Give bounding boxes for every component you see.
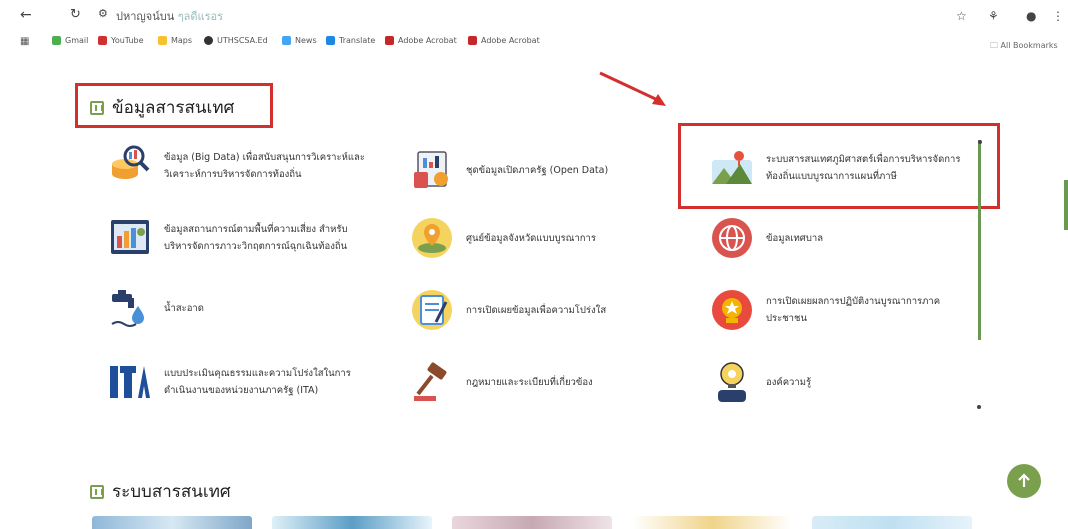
- extensions-icon[interactable]: ⚘: [988, 9, 999, 23]
- system-card-thumb[interactable]: [272, 516, 432, 529]
- bookmark-gmail[interactable]: Gmail: [52, 36, 88, 45]
- scroll-dot-bottom: [977, 405, 981, 409]
- bookmark-label: Translate: [339, 36, 376, 45]
- info-item-label: ข้อมูลสถานการณ์ตามพื้นที่ความเสี่ยง สำหร…: [164, 224, 348, 252]
- map-pin-icon: [410, 216, 454, 260]
- back-to-top-button[interactable]: [1007, 464, 1041, 498]
- info-item-label: แบบประเมินคุณธรรมและความโปร่งใสในการดำเน…: [164, 368, 351, 396]
- info-item-performance[interactable]: การเปิดเผยผลการปฏิบัติงานบูรณาการภาคประช…: [710, 288, 976, 332]
- bookmark-news[interactable]: News: [282, 36, 317, 45]
- maps-icon: [158, 36, 167, 45]
- info-item-label: ศูนย์ข้อมูลจังหวัดแบบบูรณาการ: [466, 232, 596, 244]
- info-item-label: การเปิดเผยข้อมูลเพื่อความโปร่งใส: [466, 304, 607, 316]
- info-item-label: ข้อมูลเทศบาล: [766, 232, 824, 244]
- acrobat-icon: [468, 36, 477, 45]
- info-item-gis[interactable]: ระบบสารสนเทศภูมิศาสตร์เพื่อการบริหารจัดก…: [710, 146, 976, 190]
- info-item-municipality[interactable]: ข้อมูลเทศบาล: [710, 216, 976, 260]
- info-item-label: น้ำสะอาด: [164, 302, 204, 314]
- bookmark-label: Maps: [171, 36, 193, 45]
- info-item-label: องค์ความรู้: [766, 376, 812, 388]
- gavel-icon: [410, 360, 454, 404]
- bookmark-youtube[interactable]: YouTube: [98, 36, 144, 45]
- browser-toolbar: ← ↻ ⚙ ปหาญจน์บน ๆลดีแรอร ☆ ⚘ ● ⋮: [0, 0, 1068, 32]
- profile-icon[interactable]: ●: [1026, 9, 1036, 23]
- globe-icon: [710, 216, 754, 260]
- translate-icon: [326, 36, 335, 45]
- menu-kebab-icon[interactable]: ⋮: [1052, 9, 1064, 23]
- address-bar[interactable]: ปหาญจน์บน ๆลดีแรอร: [116, 7, 223, 25]
- page-scrollbar[interactable]: [1064, 180, 1068, 230]
- bookmark-label: Adobe Acrobat: [398, 36, 457, 45]
- bookmark-maps[interactable]: Maps: [158, 36, 192, 45]
- bookmark-label: Gmail: [65, 36, 89, 45]
- document-analytics-icon: [410, 148, 454, 192]
- folder-icon: 🗀: [990, 41, 998, 50]
- bookmark-label: Adobe Acrobat: [481, 36, 540, 45]
- apps-grid-icon[interactable]: ▦: [20, 36, 29, 47]
- address-text-muted: ๆลดีแรอร: [177, 10, 224, 23]
- section-title-text: ระบบสารสนเทศ: [112, 482, 231, 502]
- system-card-thumb[interactable]: [632, 516, 792, 529]
- section-book-icon: [90, 484, 104, 499]
- info-item-label: ชุดข้อมูลเปิดภาครัฐ (Open Data): [466, 164, 609, 176]
- bookmark-acrobat-1[interactable]: Adobe Acrobat: [385, 36, 457, 45]
- bookmark-label: UTHSCSA.Ed: [217, 36, 268, 45]
- reload-icon[interactable]: ↻: [70, 7, 81, 22]
- info-item-law[interactable]: กฎหมายและระเบียบที่เกี่ยวข้อง: [410, 360, 676, 404]
- site-info-icon[interactable]: ⚙: [98, 7, 108, 20]
- system-card-thumb[interactable]: [92, 516, 252, 529]
- gmail-icon: [52, 36, 61, 45]
- notepad-icon: [410, 288, 454, 332]
- arrow-up-icon: [1018, 473, 1030, 487]
- highlight-box-title: [75, 83, 273, 128]
- bookmark-uthscsa[interactable]: UTHSCSA.Ed: [204, 36, 268, 45]
- landscape-map-icon: [710, 146, 754, 190]
- info-item-risk-area[interactable]: ข้อมูลสถานการณ์ตามพื้นที่ความเสี่ยง สำหร…: [108, 216, 374, 260]
- bookmark-label: YouTube: [111, 36, 144, 45]
- info-item-transparency[interactable]: การเปิดเผยข้อมูลเพื่อความโปร่งใส: [410, 288, 676, 332]
- info-item-big-data[interactable]: ข้อมูล (Big Data) เพื่อสนับสนุนการวิเครา…: [108, 144, 374, 188]
- dashboard-report-icon: [108, 216, 152, 260]
- info-item-clean-water[interactable]: น้ำสะอาด: [108, 286, 374, 330]
- back-icon[interactable]: ←: [20, 7, 32, 23]
- annotation-arrow-icon: [599, 71, 666, 106]
- system-card-thumb[interactable]: [452, 516, 612, 529]
- news-icon: [282, 36, 291, 45]
- youtube-icon: [98, 36, 107, 45]
- all-bookmarks-button[interactable]: 🗀 All Bookmarks: [990, 40, 1058, 54]
- bookmark-label: News: [295, 36, 317, 45]
- bookmarks-bar: ▦ Gmail YouTube Maps UTHSCSA.Ed News Tra…: [0, 32, 1068, 52]
- bookmark-translate[interactable]: Translate: [326, 36, 375, 45]
- acrobat-icon: [385, 36, 394, 45]
- bookmark-acrobat-2[interactable]: Adobe Acrobat: [468, 36, 540, 45]
- system-card-thumb[interactable]: [812, 516, 972, 529]
- section-title-systems: ระบบสารสนเทศ: [90, 478, 231, 505]
- lightbulb-person-icon: [710, 360, 754, 404]
- info-item-label: ระบบสารสนเทศภูมิศาสตร์เพื่อการบริหารจัดก…: [766, 154, 961, 182]
- database-analytics-icon: [108, 144, 152, 188]
- info-item-open-data[interactable]: ชุดข้อมูลเปิดภาครัฐ (Open Data): [410, 148, 676, 192]
- info-item-label: กฎหมายและระเบียบที่เกี่ยวข้อง: [466, 376, 593, 388]
- medal-icon: [710, 288, 754, 332]
- info-item-ita[interactable]: แบบประเมินคุณธรรมและความโปร่งใสในการดำเน…: [108, 360, 374, 404]
- water-tap-icon: [108, 286, 152, 330]
- content-scrollbar[interactable]: [978, 140, 981, 340]
- all-bookmarks-label: All Bookmarks: [1000, 41, 1058, 50]
- scroll-dot-top: [978, 140, 982, 144]
- info-item-knowledge[interactable]: องค์ความรู้: [710, 360, 976, 404]
- address-text: ปหาญจน์บน: [116, 10, 175, 23]
- ita-logo-icon: [108, 360, 152, 404]
- bookmark-star-icon[interactable]: ☆: [956, 9, 967, 23]
- info-item-province-center[interactable]: ศูนย์ข้อมูลจังหวัดแบบบูรณาการ: [410, 216, 676, 260]
- info-item-label: ข้อมูล (Big Data) เพื่อสนับสนุนการวิเครา…: [164, 152, 365, 180]
- info-item-label: การเปิดเผยผลการปฏิบัติงานบูรณาการภาคประช…: [766, 296, 941, 324]
- github-icon: [204, 36, 213, 45]
